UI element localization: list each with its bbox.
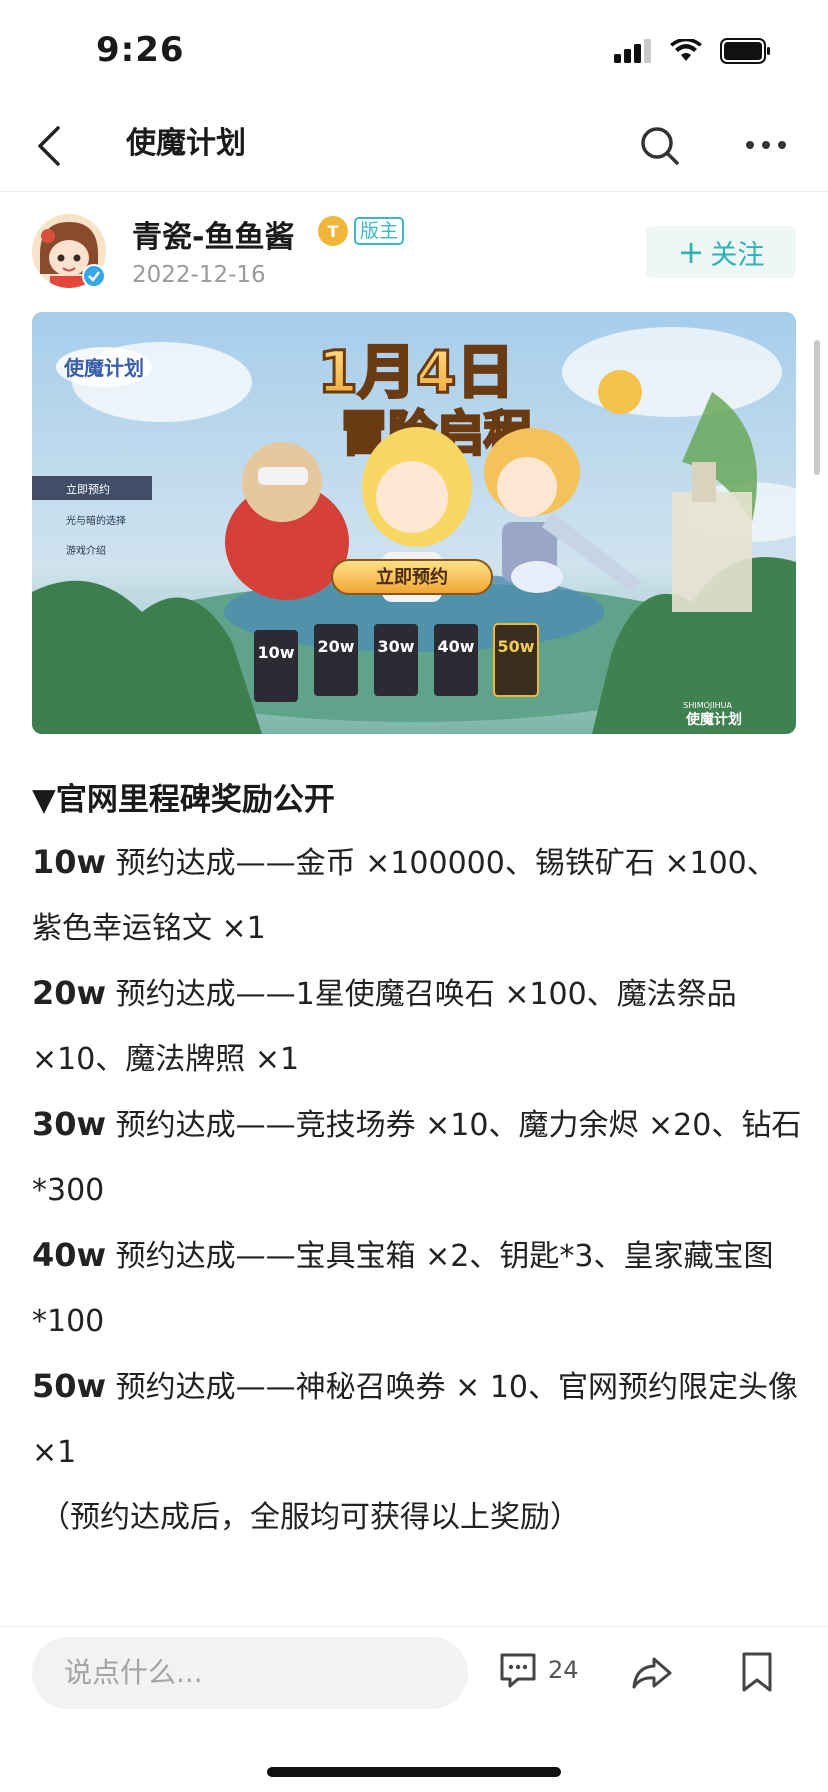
tier-text: 预约达成——金币 ×100000、锡铁矿石 ×100、紫色幸运铭文 ×1 [32, 846, 777, 946]
tier-label: 50w [32, 1367, 107, 1405]
level-badge-icon: T [318, 216, 348, 246]
milestone-paragraph-30w: 30w 预约达成——竞技场券 ×10、魔力余烬 ×20、钻石*300 [32, 1092, 802, 1223]
tier-label: 40w [32, 1236, 107, 1274]
tier-label: 20w [32, 974, 107, 1012]
wifi-icon [670, 39, 702, 61]
svg-text:游戏介绍: 游戏介绍 [66, 544, 106, 557]
tier-text: 预约达成——1星使魔召唤石 ×100、魔法祭品 ×10、魔法牌照 ×1 [32, 977, 737, 1077]
milestone-card-30w: 30w [374, 624, 418, 696]
author-row: 青瓷-鱼鱼酱 T 版主 2022-12-16 + 关注 [0, 192, 828, 310]
follow-label: 关注 [710, 239, 765, 271]
signal-icon [614, 39, 651, 63]
post-date: 2022-12-16 [132, 262, 266, 288]
tier-label: 10w [32, 843, 107, 881]
nav-bar: 使魔计划 [0, 100, 828, 192]
milestone-paragraph-20w: 20w 预约达成——1星使魔召唤石 ×100、魔法祭品 ×10、魔法牌照 ×1 [32, 961, 802, 1092]
svg-text:50w: 50w [497, 637, 534, 656]
follow-button[interactable]: + 关注 [646, 226, 796, 278]
banner-cta: 立即预约 [331, 559, 493, 595]
status-time: 9:26 [96, 30, 185, 70]
tier-text: 预约达成——竞技场券 ×10、魔力余烬 ×20、钻石*300 [32, 1108, 802, 1208]
battery-icon [720, 38, 770, 64]
milestone-card-20w: 20w [314, 624, 358, 696]
comment-button[interactable]: 24 [498, 1651, 579, 1689]
search-icon [641, 127, 679, 165]
milestone-paragraph-40w: 40w 预约达成——宝具宝箱 ×2、钥匙*3、皇家藏宝图*100 [32, 1223, 802, 1354]
status-icons [614, 38, 772, 64]
comment-icon [500, 1653, 536, 1688]
home-indicator [267, 1767, 561, 1777]
svg-text:30w: 30w [377, 637, 414, 656]
svg-text:10w: 10w [257, 643, 294, 662]
tier-text: 预约达成——宝具宝箱 ×2、钥匙*3、皇家藏宝图*100 [32, 1239, 774, 1339]
scrollbar-thumb[interactable] [814, 340, 820, 475]
svg-text:SHIMOJIHUA: SHIMOJIHUA [683, 701, 732, 710]
tier-label: 30w [32, 1105, 107, 1143]
milestone-card-40w: 40w [434, 624, 478, 696]
author-name[interactable]: 青瓷-鱼鱼酱 [132, 212, 294, 256]
milestone-paragraph-10w: 10w 预约达成——金币 ×100000、锡铁矿石 ×100、紫色幸运铭文 ×1 [32, 830, 802, 961]
page-title: 使魔计划 [126, 126, 246, 161]
banner-illustration: 使魔计划 1月4日 冒险启程 立即预约 光与暗的选择 游戏介绍 [32, 312, 796, 734]
banner-image[interactable]: 使魔计划 1月4日 冒险启程 立即预约 光与暗的选择 游戏介绍 [32, 312, 796, 734]
plus-icon: + [677, 233, 705, 271]
svg-text:40w: 40w [437, 637, 474, 656]
svg-text:20w: 20w [317, 637, 354, 656]
chevron-left-icon [38, 126, 60, 166]
article-body: ▼官网里程碑奖励公开 10w 预约达成——金币 ×100000、锡铁矿石 ×10… [32, 770, 802, 1550]
svg-text:立即预约: 立即预约 [376, 566, 448, 588]
bookmark-button[interactable] [740, 1651, 774, 1693]
milestone-card-50w: 50w [493, 623, 539, 697]
milestone-card-10w: 10w [254, 630, 298, 702]
article-heading: ▼官网里程碑奖励公开 [32, 782, 335, 818]
search-button[interactable] [638, 124, 682, 168]
back-button[interactable] [30, 122, 70, 170]
bookmark-icon [742, 1652, 772, 1692]
reward-note: （预约达成后，全服均可获得以上奖励） [40, 1500, 580, 1535]
banner-logo: 使魔计划 [56, 347, 152, 387]
banner-milestones: 10w 20w 30w 40w 50w [254, 623, 539, 702]
verified-badge-icon [82, 264, 106, 288]
author-badges: T 版主 [318, 216, 405, 246]
share-button[interactable] [630, 1653, 674, 1693]
comment-input[interactable]: 说点什么... [32, 1637, 468, 1709]
comment-count: 24 [548, 1656, 579, 1684]
tier-text: 预约达成——神秘召唤券 × 10、官网预约限定头像 ×1 [32, 1370, 799, 1470]
role-badge: 版主 [354, 217, 405, 245]
svg-text:光与暗的选择: 光与暗的选择 [66, 514, 126, 527]
more-button[interactable] [744, 130, 788, 160]
milestone-paragraph-50w: 50w 预约达成——神秘召唤券 × 10、官网预约限定头像 ×1 [32, 1354, 802, 1485]
share-icon [632, 1657, 672, 1689]
svg-text:使魔计划: 使魔计划 [63, 356, 144, 380]
more-dots-icon [746, 141, 786, 149]
bottom-bar: 说点什么... 24 [0, 1626, 828, 1792]
svg-text:使魔计划: 使魔计划 [685, 711, 742, 728]
svg-text:1月4日: 1月4日 [318, 338, 515, 406]
svg-text:立即预约: 立即预约 [66, 482, 110, 496]
status-bar: 9:26 [0, 0, 828, 100]
